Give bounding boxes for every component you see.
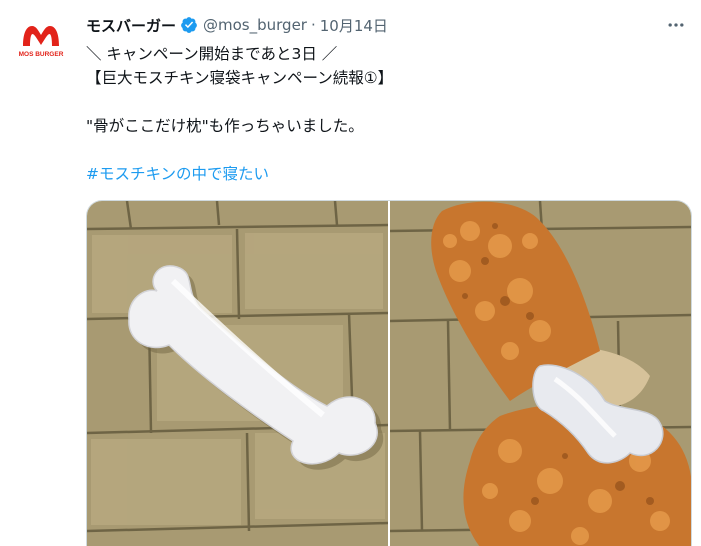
handle[interactable]: @mos_burger bbox=[203, 16, 307, 34]
tweet-line-3: "骨がここだけ枕"も作っちゃいました。 bbox=[86, 117, 364, 135]
avatar[interactable]: MOS BURGER bbox=[14, 14, 68, 68]
tweet-line-2: 【巨大モスチキン寝袋キャンペーン続報①】 bbox=[86, 69, 394, 87]
tweet-header: モスバーガー @mos_burger · 10月14日 bbox=[86, 14, 388, 36]
mos-burger-logo: MOS BURGER bbox=[19, 26, 64, 58]
tweet-media bbox=[86, 200, 692, 546]
tweet-date[interactable]: 10月14日 bbox=[320, 15, 388, 36]
display-name[interactable]: モスバーガー bbox=[86, 15, 176, 36]
more-options-icon[interactable] bbox=[661, 10, 691, 40]
verified-badge-icon bbox=[180, 16, 198, 34]
photo-bone-pillow[interactable] bbox=[87, 201, 388, 546]
tweet[interactable]: MOS BURGER モスバーガー @mos_burger · 10月14日 ＼… bbox=[0, 0, 701, 546]
separator-dot: · bbox=[310, 16, 316, 34]
avatar-logo-text: MOS BURGER bbox=[19, 51, 64, 58]
hashtag-link[interactable]: #モスチキンの中で寝たい bbox=[86, 162, 686, 186]
tweet-text: ＼ キャンペーン開始まであと3日 ／ 【巨大モスチキン寝袋キャンペーン続報①】 … bbox=[86, 42, 686, 186]
photo-chicken-sleeping-bag[interactable] bbox=[390, 201, 691, 546]
tweet-line-1: ＼ キャンペーン開始まであと3日 ／ bbox=[86, 45, 338, 63]
